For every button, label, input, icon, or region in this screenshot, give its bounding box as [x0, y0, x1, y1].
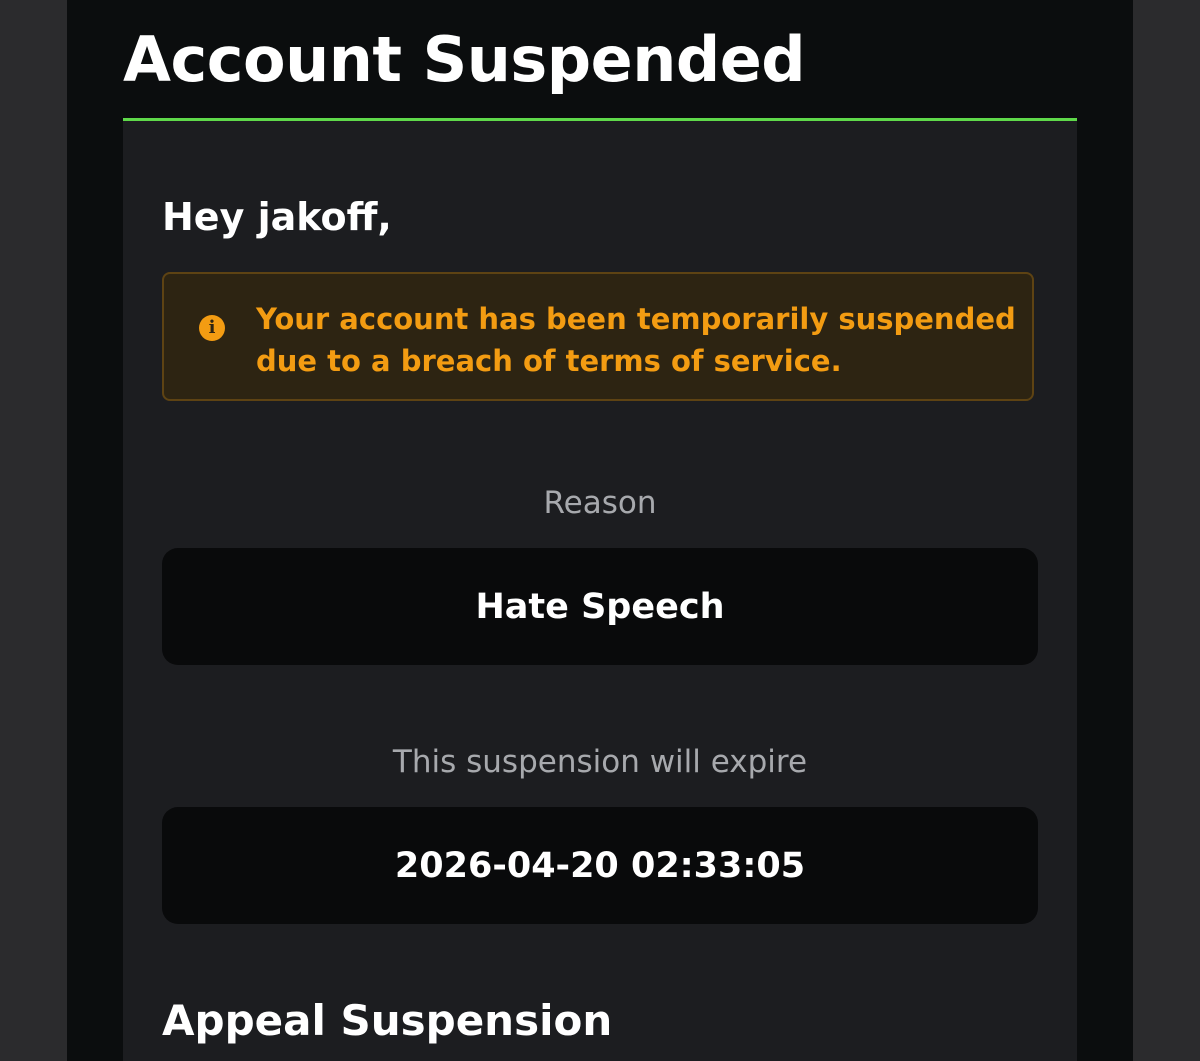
- info-icon: i: [199, 315, 225, 341]
- expiry-value: 2026-04-20 02:33:05: [394, 845, 806, 886]
- alert-message: Your account has been temporarily suspen…: [256, 302, 1016, 378]
- expiry-label: This suspension will expire: [392, 744, 808, 780]
- reason-box: Hate Speech: [162, 548, 1038, 665]
- reason-label: Reason: [543, 485, 657, 521]
- appeal-heading: Appeal Suspension: [162, 996, 613, 1045]
- expiry-box: 2026-04-20 02:33:05: [162, 807, 1038, 924]
- greeting: Hey jakoff,: [162, 195, 392, 239]
- page-title: Account Suspended: [123, 23, 806, 96]
- reason-value: Hate Speech: [475, 586, 725, 627]
